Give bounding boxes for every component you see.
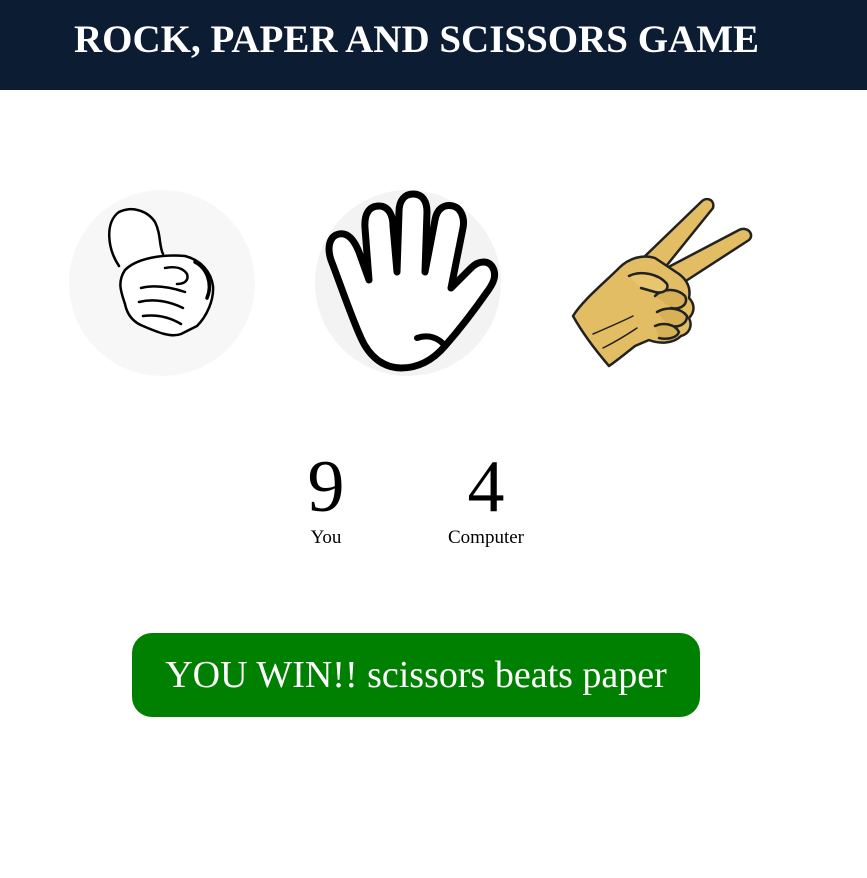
user-score: 9 You (276, 447, 376, 549)
user-score-value: 9 (307, 446, 345, 528)
result-banner: YOU WIN!! scissors beats paper (132, 633, 700, 717)
scissors-choice-button[interactable] (563, 188, 753, 378)
user-score-label: You (310, 527, 342, 548)
computer-score: 4 Computer (425, 447, 547, 549)
computer-score-value: 4 (467, 446, 505, 528)
rock-fist-icon (69, 190, 255, 376)
paper-choice-button[interactable] (313, 188, 503, 378)
page-title: ROCK, PAPER AND SCISSORS GAME (73, 18, 760, 61)
paper-open-hand-icon (315, 190, 501, 376)
scissors-peace-hand-icon (571, 197, 753, 368)
header-bar: ROCK, PAPER AND SCISSORS GAME (0, 0, 867, 90)
rock-choice-button[interactable] (67, 188, 257, 378)
computer-score-label: Computer (448, 527, 524, 548)
